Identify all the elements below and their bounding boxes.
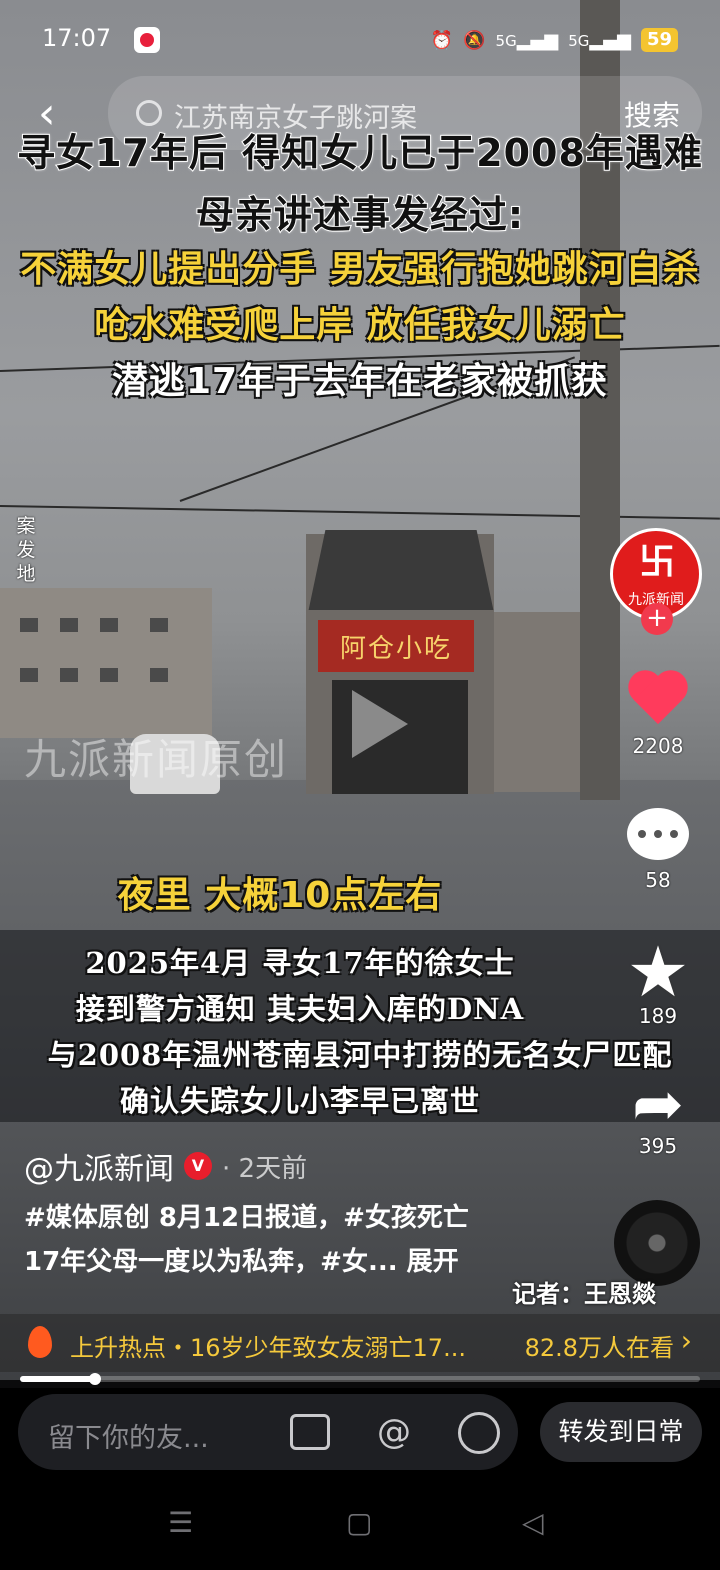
caption-title: 寻女17年后 得知女儿已于2008年遇难	[16, 130, 703, 176]
hot-topic-bar[interactable]: 上升热点・16岁少年致女友溺亡17... 82.8万人在看 ›	[0, 1314, 720, 1372]
caption-body-4: 确认失踪女儿小李早已离世	[119, 1084, 480, 1118]
caption-night: 夜里 大概10点左右	[117, 875, 443, 916]
hot-topic-label: 上升热点・16岁少年致女友溺亡17...	[70, 1334, 466, 1362]
post-info: @九派新闻 V · 2天前 #媒体原创 8月12日报道，#女孩死亡 17年父母一…	[24, 1144, 604, 1284]
heart-icon	[627, 672, 689, 728]
share-arrow-icon: ➦	[632, 1067, 684, 1140]
reporter-credit: 记者：王恩燚	[512, 1280, 656, 1308]
battery-indicator: 59	[640, 28, 678, 52]
post-description[interactable]: #媒体原创 8月12日报道，#女孩死亡 17年父母一度以为私奔，#女... 展开	[24, 1196, 604, 1284]
back-nav-icon[interactable]: ◁	[522, 1506, 544, 1539]
building	[494, 612, 594, 792]
play-icon[interactable]	[352, 690, 408, 758]
shop-roof	[308, 530, 494, 610]
building	[0, 588, 212, 738]
bottom-bar: 留下你的友... @ 转发到日常 ☰ ▢ ◁	[0, 1388, 720, 1570]
menu-nav-icon[interactable]: ☰	[168, 1506, 193, 1539]
progress-knob[interactable]	[88, 1373, 101, 1385]
repost-button[interactable]: 转发到日常	[540, 1402, 702, 1462]
brand-logo-icon: 卐	[638, 542, 675, 583]
share-count: 395	[638, 1134, 678, 1158]
author-name[interactable]: @九派新闻	[24, 1144, 174, 1188]
like-count: 2208	[632, 734, 684, 758]
caption-white: 潜逃17年于去年在老家被抓获	[111, 361, 609, 402]
alarm-icon: ⏰	[430, 29, 454, 51]
caption-subtitle: 母亲讲述事发经过:	[195, 192, 525, 238]
verified-badge-icon: V	[184, 1152, 212, 1180]
emoji-icon[interactable]	[458, 1412, 500, 1454]
progress-fill	[20, 1376, 95, 1382]
comment-icon	[627, 808, 689, 860]
signal-5g-icon: 5G▂▄▆	[568, 29, 631, 51]
caption-body-3: 与2008年温州苍南县河中打捞的无名女尸匹配	[47, 1038, 673, 1072]
video-progress[interactable]	[20, 1373, 700, 1385]
share-button[interactable]: ➦ 395	[616, 1067, 700, 1159]
desc-line: #媒体原创 8月12日报道，#女孩死亡	[24, 1203, 469, 1233]
caption-body-2: 接到警方通知 其夫妇入库的DNA	[75, 992, 525, 1026]
flame-icon	[28, 1326, 52, 1358]
shop-sign: 阿仓小吃	[318, 620, 474, 672]
at-icon[interactable]: @	[374, 1412, 414, 1452]
status-bar: 17:07 ⏰ 🔕 5G▂▄▆ 5G▂▄▆ 59	[0, 0, 720, 80]
star-icon: ★	[626, 931, 690, 1013]
watermark: 九派新闻原创	[24, 735, 289, 784]
status-time: 17:07	[42, 24, 112, 52]
caption-yellow-1: 不满女儿提出分手 男友强行抱她跳河自杀	[20, 249, 700, 290]
signal-5g-icon: 5G▂▄▆	[495, 29, 559, 51]
watching-count: 82.8万人在看	[524, 1334, 674, 1362]
chevron-right-icon: ›	[680, 1324, 692, 1357]
caption-yellow-2: 呛水难受爬上岸 放任我女儿溺亡	[94, 305, 626, 346]
image-icon[interactable]	[290, 1414, 330, 1450]
author-row: @九派新闻 V · 2天前	[24, 1144, 604, 1188]
favorite-button[interactable]: ★ 189	[616, 931, 700, 1028]
status-icons: ⏰ 🔕 5G▂▄▆ 5G▂▄▆ 59	[431, 28, 678, 52]
post-time: · 2天前	[222, 1153, 308, 1184]
home-nav-icon[interactable]: ▢	[346, 1506, 372, 1539]
like-button[interactable]: 2208	[616, 672, 700, 758]
app-notification-icon	[134, 27, 160, 53]
follow-button[interactable]: +	[641, 603, 673, 635]
mute-icon: 🔕	[463, 29, 486, 51]
comment-input[interactable]: 留下你的友... @	[18, 1394, 518, 1470]
comment-button[interactable]: 58	[616, 808, 700, 892]
comment-count: 58	[645, 868, 671, 892]
comment-placeholder: 留下你的友...	[48, 1423, 209, 1454]
location-label: 案发地	[16, 515, 36, 585]
caption-body-1: 2025年4月 寻女17年的徐女士	[85, 946, 515, 980]
